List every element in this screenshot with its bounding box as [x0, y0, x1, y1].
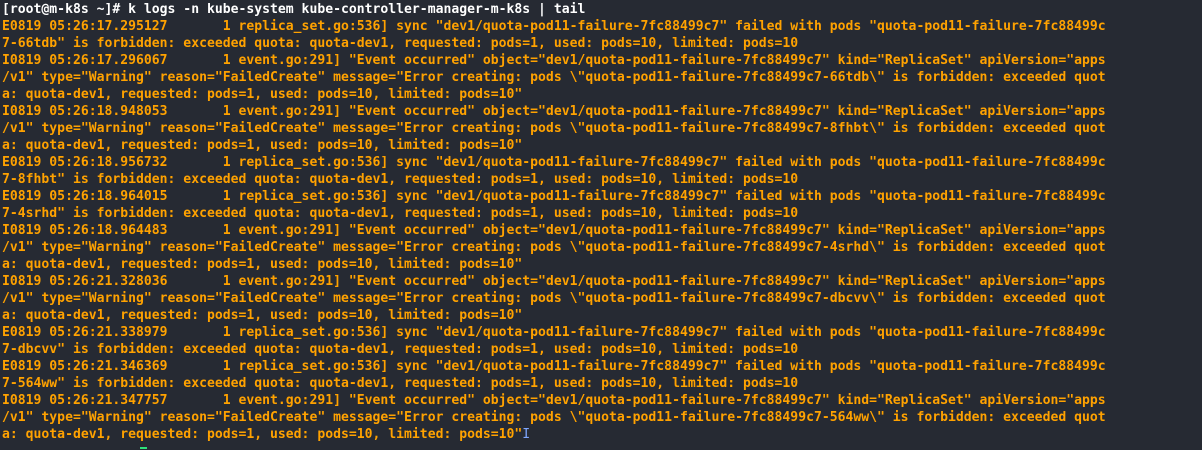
- log-line: a: quota-dev1, requested: pods=1, used: …: [2, 426, 1202, 443]
- log-line: /v1" type="Warning" reason="FailedCreate…: [2, 240, 1106, 255]
- log-line: E0819 05:26:17.295127 1 replica_set.go:5…: [2, 19, 1106, 34]
- log-line: E0819 05:26:21.338979 1 replica_set.go:5…: [2, 325, 1106, 340]
- log-line: /v1" type="Warning" reason="FailedCreate…: [2, 121, 1106, 136]
- log-line: a: quota-dev1, requested: pods=1, used: …: [2, 138, 523, 153]
- log-line: E0819 05:26:21.346369 1 replica_set.go:5…: [2, 359, 1106, 374]
- log-line: /v1" type="Warning" reason="FailedCreate…: [2, 410, 1106, 425]
- log-line: 7-8fhbt" is forbidden: exceeded quota: q…: [2, 172, 799, 187]
- terminal-window[interactable]: [root@m-k8s ~]# k logs -n kube-system ku…: [0, 0, 1202, 450]
- log-line: a: quota-dev1, requested: pods=1, used: …: [2, 308, 523, 323]
- log-line: a: quota-dev1, requested: pods=1, used: …: [2, 257, 523, 272]
- log-line: I0819 05:26:18.964483 1 event.go:291] "E…: [2, 223, 1106, 238]
- log-line: I0819 05:26:21.347757 1 event.go:291] "E…: [2, 393, 1106, 408]
- log-line: 7-564ww" is forbidden: exceeded quota: q…: [2, 376, 799, 391]
- text-caret: [140, 447, 147, 449]
- log-line: I0819 05:26:17.296067 1 event.go:291] "E…: [2, 53, 1106, 68]
- command-prompt: [root@m-k8s ~]# k logs -n kube-system ku…: [2, 2, 586, 17]
- log-line-text: a: quota-dev1, requested: pods=1, used: …: [2, 427, 523, 442]
- log-line: /v1" type="Warning" reason="FailedCreate…: [2, 291, 1106, 306]
- log-line: E0819 05:26:18.956732 1 replica_set.go:5…: [2, 155, 1106, 170]
- log-output: E0819 05:26:17.295127 1 replica_set.go:5…: [2, 18, 1202, 443]
- log-line: I0819 05:26:21.328036 1 event.go:291] "E…: [2, 274, 1106, 289]
- log-line: 7-dbcvv" is forbidden: exceeded quota: q…: [2, 342, 799, 357]
- log-line: a: quota-dev1, requested: pods=1, used: …: [2, 87, 523, 102]
- log-line: I0819 05:26:18.948053 1 event.go:291] "E…: [2, 104, 1106, 119]
- log-line: 7-4srhd" is forbidden: exceeded quota: q…: [2, 206, 799, 221]
- log-line: 7-66tdb" is forbidden: exceeded quota: q…: [2, 36, 799, 51]
- mouse-ibeam-cursor-icon: I: [522, 427, 531, 442]
- log-line: E0819 05:26:18.964015 1 replica_set.go:5…: [2, 189, 1106, 204]
- log-line: /v1" type="Warning" reason="FailedCreate…: [2, 70, 1106, 85]
